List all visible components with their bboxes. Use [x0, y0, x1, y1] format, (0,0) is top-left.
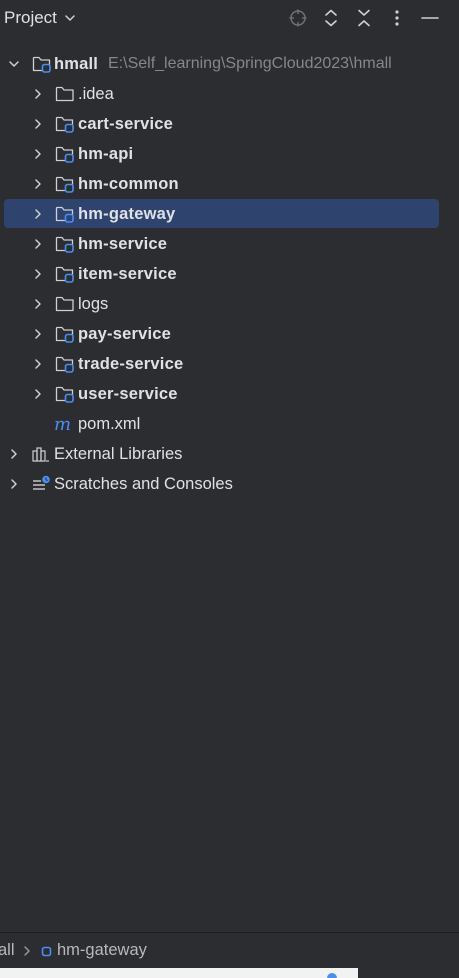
folder-icon: [55, 86, 74, 102]
tree-node[interactable]: .idea: [0, 79, 459, 109]
svg-text:m: m: [54, 415, 71, 433]
chevron-right-icon[interactable]: [31, 297, 45, 311]
tree-node-label: pay-service: [78, 325, 172, 343]
tree-node-label: trade-service: [78, 355, 184, 373]
chevron-right-icon[interactable]: [31, 87, 45, 101]
library-icon: [32, 447, 49, 462]
tree-node[interactable]: item-service: [0, 259, 459, 289]
tree-node-label: pom.xml: [78, 415, 141, 433]
maven-file-icon: m: [54, 415, 71, 433]
project-view-title: Project: [4, 8, 57, 27]
tree-node-label: hm-service: [78, 235, 168, 253]
module-folder-icon: [55, 146, 74, 163]
chevron-right-icon[interactable]: [7, 477, 21, 491]
chevron-right-icon[interactable]: [31, 177, 45, 191]
module-folder-icon: [32, 56, 51, 73]
tree-node-root[interactable]: hmall E:\Self_learning\SpringCloud2023\h…: [0, 49, 459, 79]
project-view-selector[interactable]: Project: [4, 8, 77, 28]
chevron-down-icon[interactable]: [7, 57, 21, 71]
locate-icon[interactable]: [287, 7, 309, 29]
chevron-right-icon: [24, 946, 30, 956]
chevron-right-icon[interactable]: [31, 117, 45, 131]
module-icon: [41, 946, 52, 957]
tree-node[interactable]: hm-common: [0, 169, 459, 199]
module-folder-icon: [55, 326, 74, 343]
tree-node-selected[interactable]: hm-gateway: [0, 199, 459, 229]
tree-node[interactable]: pay-service: [0, 319, 459, 349]
expand-all-icon[interactable]: [320, 7, 342, 29]
tree-node-label: hm-gateway: [78, 205, 176, 223]
tree-node-label: Scratches and Consoles: [54, 475, 233, 493]
module-folder-icon: [55, 116, 74, 133]
tree-node[interactable]: hm-api: [0, 139, 459, 169]
tree-node-path: E:\Self_learning\SpringCloud2023\hmall: [108, 55, 392, 72]
chevron-right-icon[interactable]: [31, 357, 45, 371]
tree-node-label: logs: [78, 295, 109, 313]
module-folder-icon: [55, 176, 74, 193]
breadcrumb: all hm-gateway: [0, 932, 459, 969]
tree-node[interactable]: cart-service: [0, 109, 459, 139]
module-folder-icon: [55, 386, 74, 403]
tree-node-scratches[interactable]: Scratches and Consoles: [0, 469, 459, 499]
tree-node-label: hm-common: [78, 175, 179, 193]
tree-node[interactable]: user-service: [0, 379, 459, 409]
tree-node-label: hmall: [54, 55, 99, 73]
partial-icon: [327, 973, 337, 978]
tree-node-label: item-service: [78, 265, 177, 283]
chevron-down-icon: [65, 15, 75, 21]
scratches-icon: [33, 475, 50, 490]
tree-node-label: External Libraries: [54, 445, 183, 463]
tree-node-external-libraries[interactable]: External Libraries: [0, 439, 459, 469]
partial-window-edge: [0, 968, 358, 978]
module-folder-icon: [55, 206, 74, 223]
tree-node-label: hm-api: [78, 145, 134, 163]
tree-node[interactable]: m pom.xml: [0, 409, 459, 439]
folder-icon: [55, 296, 74, 312]
collapse-all-icon[interactable]: [353, 7, 375, 29]
module-folder-icon: [55, 266, 74, 283]
chevron-right-icon[interactable]: [31, 207, 45, 221]
tree-node[interactable]: hm-service: [0, 229, 459, 259]
minimize-icon[interactable]: [419, 7, 441, 29]
module-folder-icon: [55, 236, 74, 253]
chevron-right-icon[interactable]: [31, 267, 45, 281]
tree-node-label: .idea: [78, 85, 114, 103]
tree-node[interactable]: logs: [0, 289, 459, 319]
chevron-right-icon[interactable]: [31, 237, 45, 251]
project-tree: hmall E:\Self_learning\SpringCloud2023\h…: [0, 49, 459, 499]
chevron-right-icon[interactable]: [7, 447, 21, 461]
partial-window-edge-dark: [358, 968, 459, 978]
module-folder-icon: [55, 356, 74, 373]
more-options-icon[interactable]: [386, 7, 408, 29]
chevron-right-icon[interactable]: [31, 387, 45, 401]
project-tool-window-header: Project: [0, 0, 459, 36]
tree-node-label: cart-service: [78, 115, 174, 133]
tree-node[interactable]: trade-service: [0, 349, 459, 379]
breadcrumb-item[interactable]: hm-gateway: [57, 941, 147, 960]
breadcrumb-item[interactable]: all: [0, 941, 15, 960]
chevron-right-icon[interactable]: [31, 327, 45, 341]
tree-node-label: user-service: [78, 385, 178, 403]
chevron-right-icon[interactable]: [31, 147, 45, 161]
